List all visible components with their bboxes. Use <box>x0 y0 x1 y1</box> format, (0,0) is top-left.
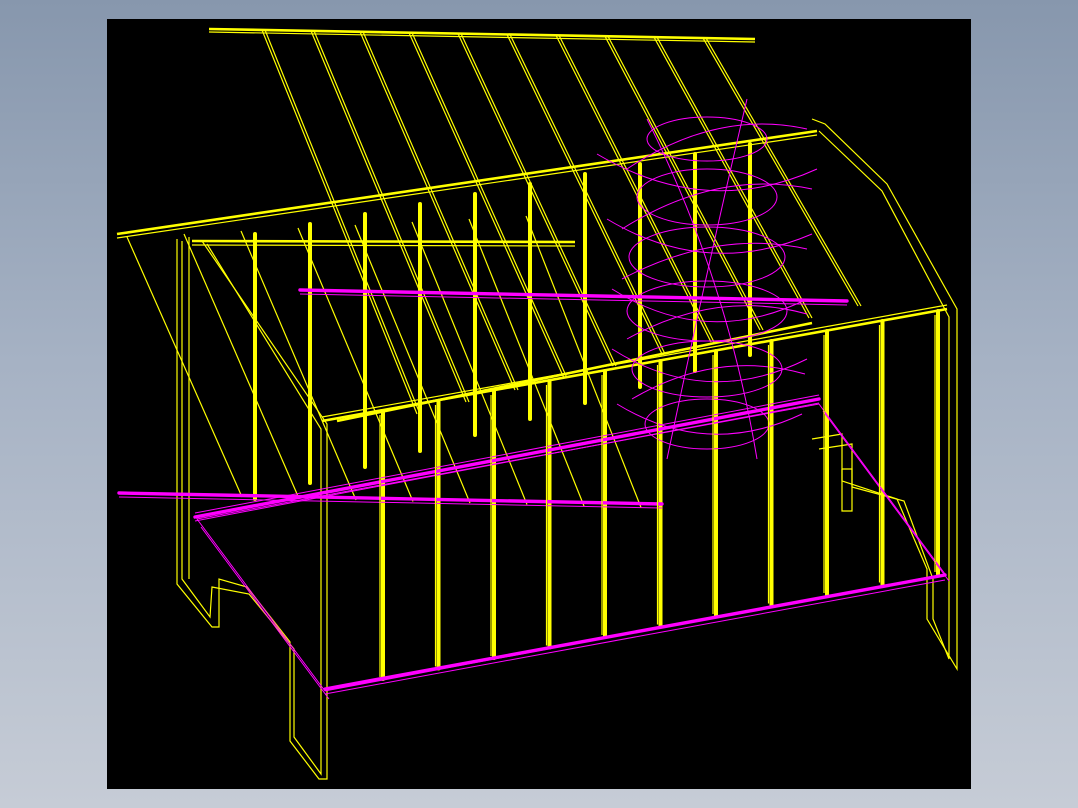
construction-ellipse <box>626 280 788 342</box>
construction-ellipse <box>631 340 783 398</box>
top-grid-short-rail-edge <box>191 244 576 247</box>
magenta-shelf-bars <box>117 288 849 522</box>
diagonal-wire-edge <box>264 29 421 415</box>
left-diagonal-wire <box>126 236 243 498</box>
construction-arc <box>621 242 808 280</box>
base-board-front-edge-2 <box>324 579 946 695</box>
shelf-bar-diagonal-edge <box>194 394 820 514</box>
left-diagonal-wire <box>411 221 528 505</box>
construction-arc <box>646 118 758 460</box>
cad-application-frame <box>0 0 1078 808</box>
construction-ellipse <box>636 168 778 226</box>
construction-ellipse <box>628 226 786 288</box>
top-grid-mid-rail <box>116 129 818 236</box>
right-frame-foot <box>841 468 853 512</box>
top-grid-mid-rail-edge <box>116 134 818 239</box>
left-diagonal-wire <box>297 227 414 502</box>
base-board-front-edge <box>323 573 947 691</box>
construction-ellipse <box>646 116 768 162</box>
left-side-frame <box>176 237 328 780</box>
left-diagonal-wire <box>240 230 357 501</box>
top-grid-short-rail <box>191 239 576 244</box>
cad-drawing-viewport[interactable] <box>107 19 971 789</box>
front-rod-rail <box>321 304 948 423</box>
wireframe-shelf-drawing <box>116 27 958 780</box>
base-board-side-edge <box>200 526 330 700</box>
